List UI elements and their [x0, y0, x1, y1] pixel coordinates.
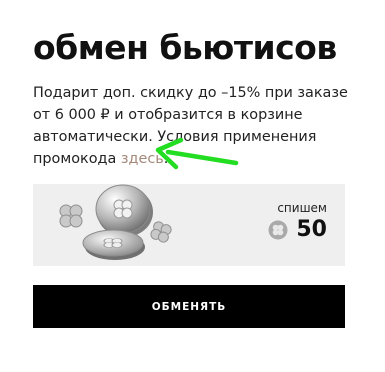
exchange-button[interactable]: ОБМЕНЯТЬ	[33, 285, 345, 328]
coin-icon	[268, 220, 288, 239]
description-text: Подарит доп. скидку до –15% при заказе о…	[33, 85, 348, 167]
page-title: обмен бьютисов	[33, 28, 337, 67]
spend-label: спишем	[277, 201, 327, 215]
coins-icon	[59, 184, 172, 260]
spend-amount: 50	[268, 217, 327, 242]
spend-value: 50	[296, 217, 327, 242]
terms-link[interactable]: здесь	[121, 151, 164, 167]
offer-description: Подарит доп. скидку до –15% при заказе о…	[33, 82, 353, 170]
description-period: .	[163, 151, 169, 167]
exchange-card: спишем 50	[33, 184, 345, 266]
